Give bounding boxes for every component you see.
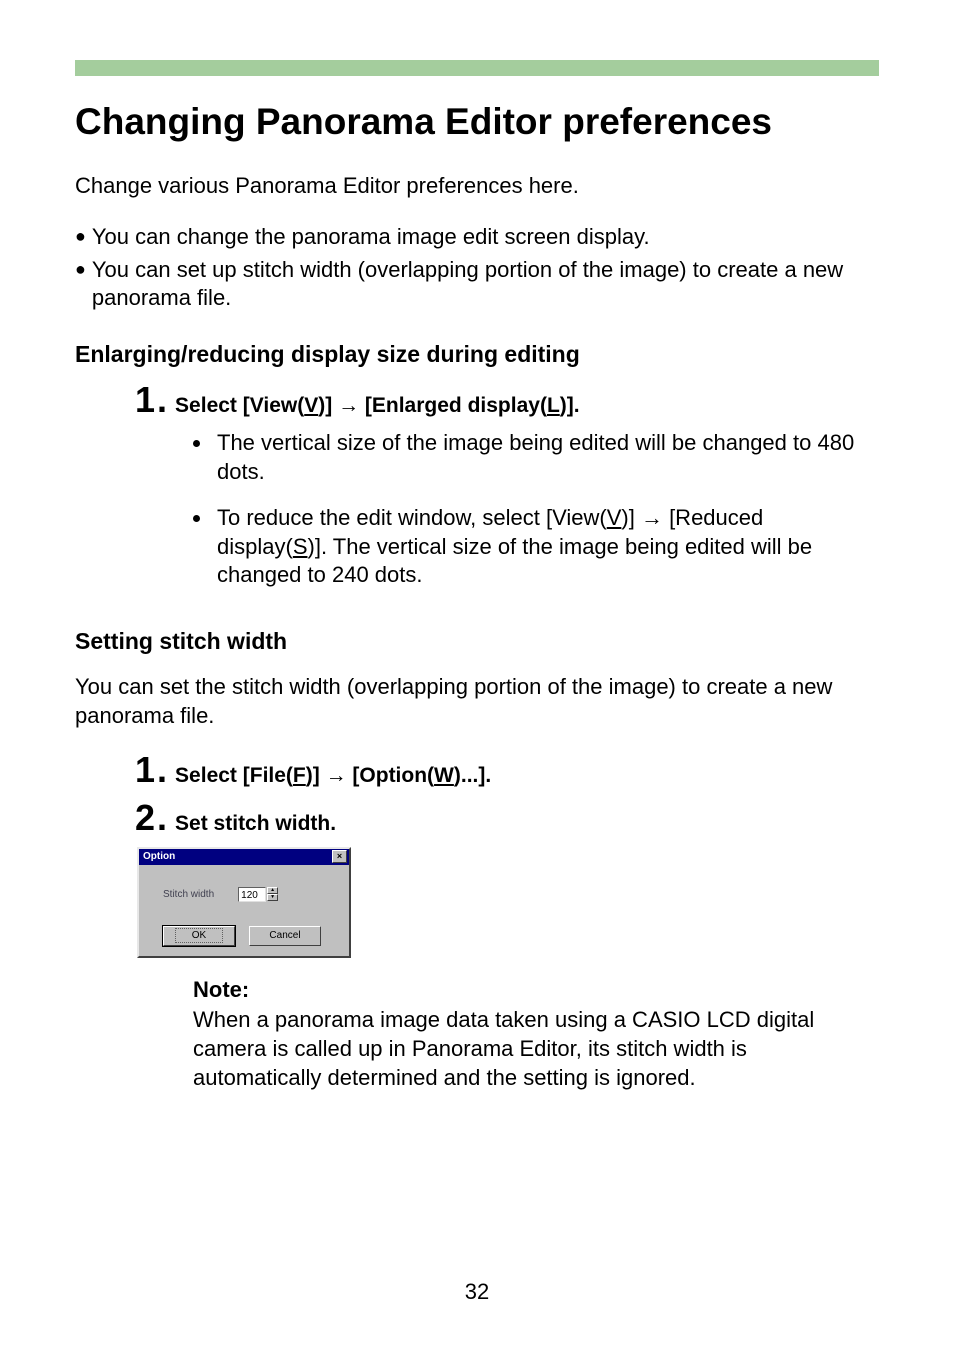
bullet-text: You can change the panorama image edit s… [92, 223, 879, 252]
step-number: 1 [135, 382, 155, 418]
text-fragment: )] [621, 505, 641, 530]
ok-button-label: OK [175, 928, 223, 943]
dialog-title: Option [143, 851, 175, 862]
step-1: 1 . Select [View(V)] → [Enlarged display… [135, 382, 879, 419]
page-title: Changing Panorama Editor preferences [75, 100, 879, 144]
underlined-key: L [547, 394, 560, 417]
stitch-width-stepper[interactable]: 120 ▲ ▼ [238, 887, 278, 902]
step-text: Select [File(F)] → [Option(W)...]. [175, 762, 491, 789]
text-fragment: [Enlarged display( [359, 394, 547, 417]
list-item: The vertical size of the image being edi… [213, 429, 879, 486]
cancel-button[interactable]: Cancel [249, 926, 321, 946]
list-item: ● You can change the panorama image edit… [75, 223, 879, 252]
step-text: Set stitch width. [175, 810, 336, 837]
accent-bar [75, 60, 879, 76]
bullet-icon: ● [75, 256, 86, 313]
step-dot: . [157, 382, 167, 418]
underlined-key: S [293, 534, 308, 559]
text-fragment: )] [318, 394, 338, 417]
text-fragment: )] [306, 764, 326, 787]
spinner-buttons: ▲ ▼ [267, 887, 278, 902]
intro-text: Change various Panorama Editor preferenc… [75, 172, 879, 201]
stitch-width-input[interactable]: 120 [238, 887, 266, 902]
underlined-key: W [434, 764, 454, 787]
ok-button[interactable]: OK [163, 926, 235, 946]
dialog-titlebar[interactable]: Option × [139, 849, 349, 865]
bullet-text: You can set up stitch width (overlapping… [92, 256, 879, 313]
option-dialog: Option × Stitch width 120 ▲ ▼ [137, 847, 351, 958]
list-item: To reduce the edit window, select [View(… [213, 504, 879, 590]
note-label: Note: [193, 976, 879, 1005]
spin-down-button[interactable]: ▼ [267, 894, 278, 901]
field-row: Stitch width 120 ▲ ▼ [163, 887, 339, 902]
step-2: 2 . Set stitch width. [135, 800, 879, 837]
stitch-width-label: Stitch width [163, 889, 214, 900]
section-paragraph: You can set the stitch width (overlappin… [75, 673, 879, 730]
step-dot: . [157, 752, 167, 788]
text-fragment: )]. [560, 394, 580, 417]
spin-up-button[interactable]: ▲ [267, 887, 278, 894]
close-icon[interactable]: × [332, 850, 347, 863]
note-body: When a panorama image data taken using a… [193, 1006, 879, 1092]
arrow-icon: → [641, 505, 663, 530]
dialog-screenshot: Option × Stitch width 120 ▲ ▼ [137, 847, 879, 958]
cancel-button-label: Cancel [269, 930, 300, 941]
text-fragment: [Option( [347, 764, 434, 787]
step-number: 2 [135, 800, 155, 836]
dialog-button-row: OK Cancel [163, 926, 339, 946]
dialog-body: Stitch width 120 ▲ ▼ OK Cancel [139, 865, 349, 956]
page: Changing Panorama Editor preferences Cha… [0, 0, 954, 1351]
underlined-key: V [304, 394, 318, 417]
arrow-icon: → [326, 764, 347, 787]
list-item: ● You can set up stitch width (overlappi… [75, 256, 879, 313]
step-block-2: 1 . Select [File(F)] → [Option(W)...]. 2… [135, 752, 879, 837]
page-number: 32 [0, 1279, 954, 1305]
section-heading-enlarge: Enlarging/reducing display size during e… [75, 341, 879, 368]
intro-bullet-list: ● You can change the panorama image edit… [75, 223, 879, 313]
text-fragment: To reduce the edit window, select [View( [217, 505, 607, 530]
step-dot: . [157, 800, 167, 836]
text-fragment: Select [File( [175, 764, 293, 787]
bullet-icon: ● [75, 223, 86, 252]
underlined-key: F [293, 764, 306, 787]
section-heading-stitch: Setting stitch width [75, 628, 879, 655]
sub-bullet-list: The vertical size of the image being edi… [135, 429, 879, 590]
arrow-icon: → [338, 394, 359, 417]
note-block: Note: When a panorama image data taken u… [193, 976, 879, 1092]
step-1: 1 . Select [File(F)] → [Option(W)...]. [135, 752, 879, 789]
step-text: Select [View(V)] → [Enlarged display(L)]… [175, 392, 580, 419]
step-number: 1 [135, 752, 155, 788]
step-block: 1 . Select [View(V)] → [Enlarged display… [135, 382, 879, 590]
text-fragment: Select [View( [175, 394, 304, 417]
underlined-key: V [607, 505, 622, 530]
text-fragment: )...]. [454, 764, 491, 787]
